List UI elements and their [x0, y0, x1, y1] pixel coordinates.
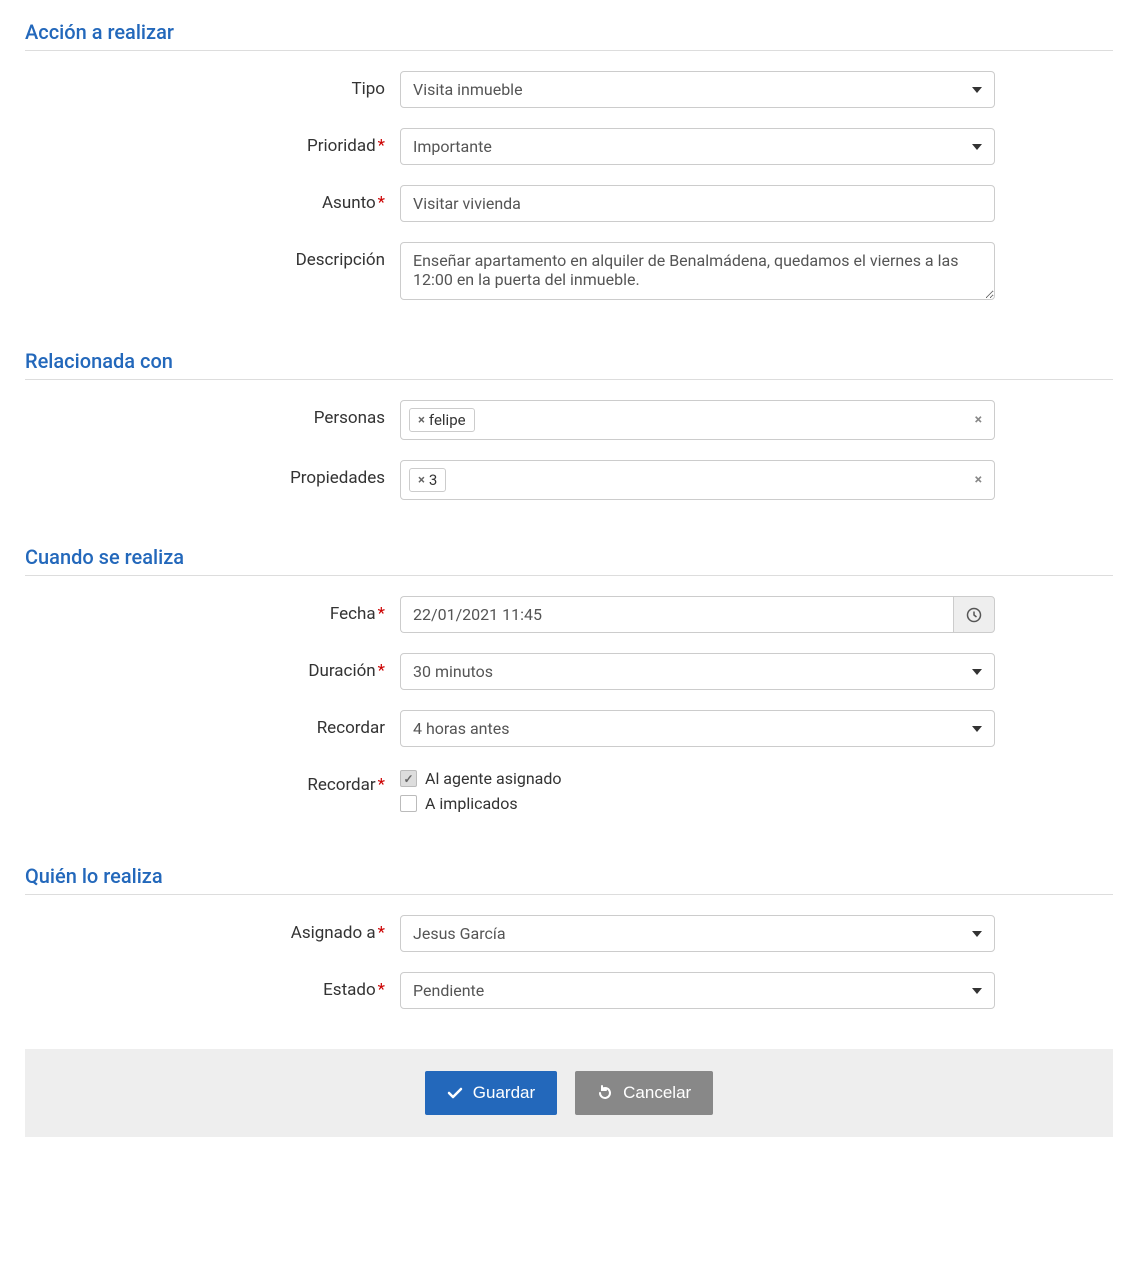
tag-remove-icon[interactable]: × [418, 413, 425, 428]
row-estado: Estado* Pendiente [25, 972, 1113, 1009]
taginput-propiedades[interactable]: × 3 × [400, 460, 995, 500]
section-title-accion: Acción a realizar [25, 20, 1113, 51]
label-descripcion: Descripción [25, 242, 400, 270]
required-marker: * [378, 980, 385, 1000]
tag-remove-icon[interactable]: × [418, 473, 425, 488]
cancelar-button[interactable]: Cancelar [575, 1071, 713, 1115]
clock-icon [966, 607, 982, 623]
label-prioridad: Prioridad* [25, 128, 400, 156]
row-asignado: Asignado a* Jesus García [25, 915, 1113, 952]
label-propiedades: Propiedades [25, 460, 400, 488]
row-recordar: Recordar 4 horas antes [25, 710, 1113, 747]
checkbox-implicados-label: A implicados [425, 794, 518, 813]
label-recordar2: Recordar* [25, 767, 400, 795]
label-duracion: Duración* [25, 653, 400, 681]
label-personas: Personas [25, 400, 400, 428]
row-duracion: Duración* 30 minutos [25, 653, 1113, 690]
row-recordar-checkboxes: Recordar* Al agente asignado A implicado… [25, 767, 1113, 819]
select-prioridad[interactable]: Importante [400, 128, 995, 165]
select-tipo[interactable]: Visita inmueble [400, 71, 995, 108]
row-propiedades: Propiedades × 3 × [25, 460, 1113, 500]
guardar-button[interactable]: Guardar [425, 1071, 557, 1115]
datepicker-button[interactable] [953, 596, 995, 633]
label-tipo: Tipo [25, 71, 400, 99]
select-duracion[interactable]: 30 minutos [400, 653, 995, 690]
clear-personas-icon[interactable]: × [975, 412, 982, 428]
checkbox-agente-label: Al agente asignado [425, 769, 562, 788]
taginput-personas[interactable]: × felipe × [400, 400, 995, 440]
section-title-quien: Quién lo realiza [25, 864, 1113, 895]
check-icon [447, 1085, 463, 1101]
tag-persona: × felipe [409, 408, 475, 432]
cancelar-label: Cancelar [623, 1083, 691, 1103]
guardar-label: Guardar [473, 1083, 535, 1103]
select-asignado[interactable]: Jesus García [400, 915, 995, 952]
section-title-relacionada: Relacionada con [25, 349, 1113, 380]
select-recordar[interactable]: 4 horas antes [400, 710, 995, 747]
label-estado: Estado* [25, 972, 400, 1000]
label-asunto: Asunto* [25, 185, 400, 213]
row-tipo: Tipo Visita inmueble [25, 71, 1113, 108]
tag-propiedad-label: 3 [429, 471, 437, 489]
required-marker: * [378, 604, 385, 624]
required-marker: * [378, 193, 385, 213]
clear-propiedades-icon[interactable]: × [975, 472, 982, 488]
label-asignado: Asignado a* [25, 915, 400, 943]
checkbox-agente[interactable] [400, 770, 417, 787]
required-marker: * [378, 775, 385, 795]
select-estado[interactable]: Pendiente [400, 972, 995, 1009]
row-descripcion: Descripción Enseñar apartamento en alqui… [25, 242, 1113, 304]
row-prioridad: Prioridad* Importante [25, 128, 1113, 165]
tag-persona-label: felipe [429, 411, 466, 429]
checkbox-implicados[interactable] [400, 795, 417, 812]
row-fecha: Fecha* [25, 596, 1113, 633]
row-asunto: Asunto* [25, 185, 1113, 222]
checkbox-row-agente[interactable]: Al agente asignado [400, 769, 995, 788]
required-marker: * [378, 661, 385, 681]
section-title-cuando: Cuando se realiza [25, 545, 1113, 576]
label-fecha: Fecha* [25, 596, 400, 624]
input-asunto[interactable] [400, 185, 995, 222]
tag-propiedad: × 3 [409, 468, 446, 492]
input-fecha[interactable] [400, 596, 953, 633]
undo-icon [597, 1085, 613, 1101]
row-personas: Personas × felipe × [25, 400, 1113, 440]
checkbox-row-implicados[interactable]: A implicados [400, 794, 995, 813]
required-marker: * [378, 136, 385, 156]
textarea-descripcion[interactable]: Enseñar apartamento en alquiler de Benal… [400, 242, 995, 300]
label-recordar: Recordar [25, 710, 400, 738]
button-bar: Guardar Cancelar [25, 1049, 1113, 1137]
required-marker: * [378, 923, 385, 943]
